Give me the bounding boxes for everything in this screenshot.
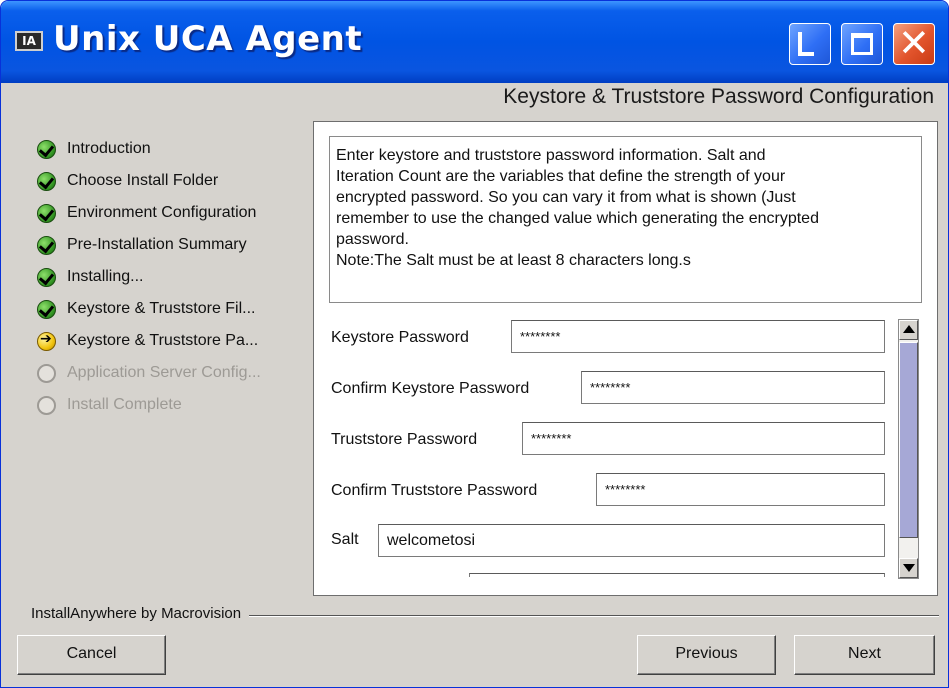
step-installing: Installing... [37, 261, 307, 293]
step-choose-install-folder: Choose Install Folder [37, 165, 307, 197]
confirm-truststore-password-input[interactable] [596, 473, 885, 506]
next-button[interactable]: Next [794, 635, 935, 675]
step-complete-check-icon [37, 203, 56, 223]
step-header: Keystore & Truststore Password Configura… [503, 85, 934, 108]
vendor-label: InstallAnywhere by Macrovision [31, 605, 250, 622]
step-label: Choose Install Folder [67, 172, 219, 189]
minimize-icon [798, 32, 814, 56]
step-pending-circle-icon [37, 395, 56, 415]
confirm-keystore-password-label: Confirm Keystore Password [331, 380, 530, 397]
step-pre-installation-summary: Pre-Installation Summary [37, 229, 307, 261]
confirm-truststore-password-label: Confirm Truststore Password [331, 482, 538, 499]
close-button[interactable]: ✕ [893, 21, 935, 65]
step-complete-check-icon [37, 139, 56, 159]
keystore-password-label: Keystore Password [331, 329, 469, 346]
description-line: remember to use the changed value which … [336, 210, 819, 227]
description-line: password. [336, 231, 409, 248]
title-bar[interactable]: IA Unix UCA Agent ✕ [1, 1, 948, 83]
maximize-button[interactable] [841, 23, 883, 65]
close-icon: ✕ [898, 21, 930, 65]
confirm-keystore-password-input[interactable] [581, 371, 885, 404]
minimize-button[interactable] [789, 23, 831, 65]
step-label: Introduction [67, 140, 151, 157]
content-panel: Enter keystore and truststore password i… [313, 121, 938, 596]
password-form: Keystore Password Confirm Keystore Passw… [329, 315, 891, 577]
installer-window: IA Unix UCA Agent ✕ Keystore & Truststor… [0, 0, 949, 688]
step-label: Environment Configuration [67, 204, 257, 221]
step-label: Install Complete [67, 396, 182, 413]
description-line: encrypted password. So you can vary it f… [336, 189, 796, 206]
cancel-button[interactable]: Cancel [17, 635, 166, 675]
arrow-down-icon [903, 564, 915, 572]
vendor-row: InstallAnywhere by Macrovision [31, 605, 939, 625]
form-scrollbar[interactable] [898, 319, 919, 579]
step-label: Pre-Installation Summary [67, 236, 247, 253]
step-environment-configuration: Environment Configuration [37, 197, 307, 229]
arrow-up-icon [903, 325, 915, 333]
step-label: Keystore & Truststore Fil... [67, 300, 256, 317]
step-application-server-config: Application Server Config... [37, 357, 307, 389]
salt-label: Salt [331, 531, 359, 548]
step-keystore-truststore-files: Keystore & Truststore Fil... [37, 293, 307, 325]
step-keystore-truststore-password: Keystore & Truststore Pa... [37, 325, 307, 357]
scroll-down-button[interactable] [899, 558, 918, 578]
maximize-icon [851, 33, 873, 55]
step-pending-circle-icon [37, 363, 56, 383]
step-complete-check-icon [37, 171, 56, 191]
step-current-arrow-icon [37, 331, 56, 351]
description-line: Enter keystore and truststore password i… [336, 147, 766, 164]
step-complete-check-icon [37, 267, 56, 287]
step-label: Installing... [67, 268, 144, 285]
previous-button[interactable]: Previous [637, 635, 776, 675]
scroll-up-button[interactable] [899, 320, 918, 340]
scroll-thumb[interactable] [899, 342, 918, 538]
step-complete-check-icon [37, 235, 56, 255]
step-install-complete: Install Complete [37, 389, 307, 421]
step-label: Keystore & Truststore Pa... [67, 332, 259, 349]
keystore-password-input[interactable] [511, 320, 885, 353]
step-label: Application Server Config... [67, 364, 261, 381]
description-line: Iteration Count are the variables that d… [336, 168, 786, 185]
window-title: Unix UCA Agent [53, 19, 363, 59]
truststore-password-label: Truststore Password [331, 431, 478, 448]
truststore-password-input[interactable] [522, 422, 885, 455]
installanywhere-logo-icon: IA [15, 31, 43, 51]
install-steps-list: Introduction Choose Install Folder Envir… [37, 133, 307, 421]
description-line: Note:The Salt must be at least 8 charact… [336, 252, 691, 269]
step-introduction: Introduction [37, 133, 307, 165]
description-text-box: Enter keystore and truststore password i… [329, 136, 922, 303]
iteration-count-input[interactable] [469, 573, 885, 577]
step-complete-check-icon [37, 299, 56, 319]
salt-input[interactable] [378, 524, 885, 557]
